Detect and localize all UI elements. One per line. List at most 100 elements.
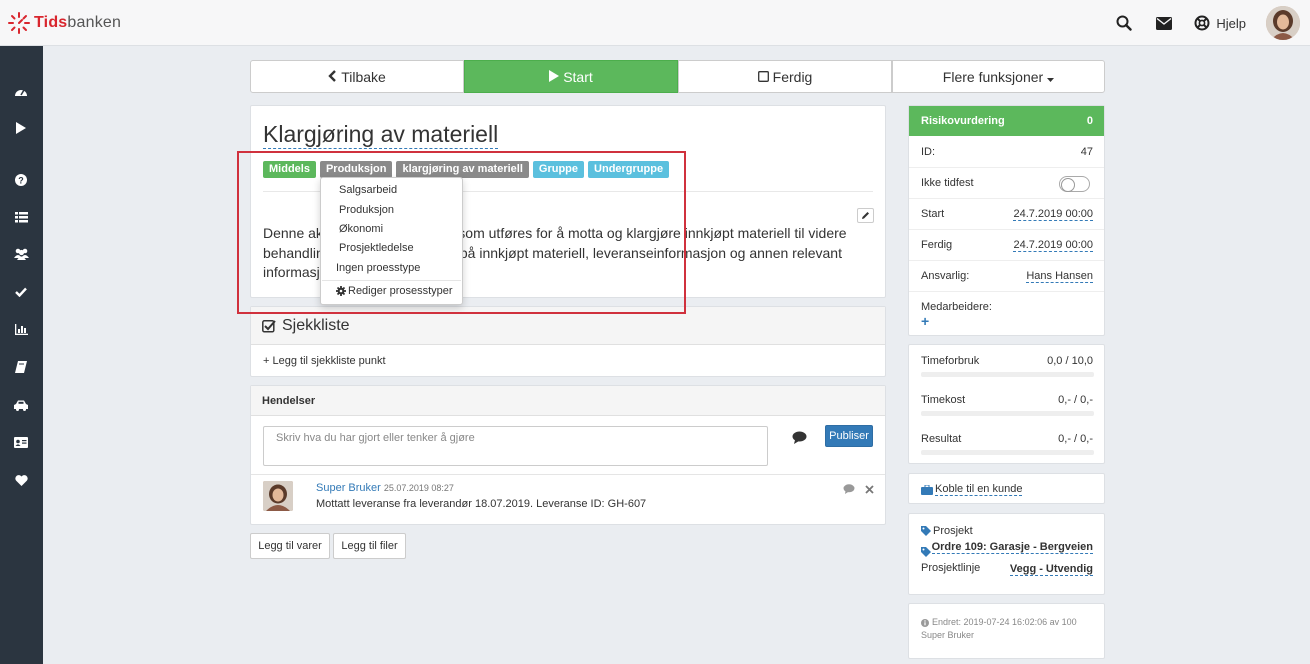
- priority-label[interactable]: Middels: [263, 161, 316, 178]
- unscheduled-row: Ikke tidfest: [909, 168, 1104, 199]
- event-input[interactable]: [263, 426, 768, 466]
- event-text: Mottatt leveranse fra leverandør 18.07.2…: [316, 498, 647, 510]
- reply-comment-icon[interactable]: [843, 483, 855, 495]
- car-icon[interactable]: [12, 396, 30, 414]
- connect-customer-link[interactable]: Koble til en kunde: [935, 483, 1023, 496]
- responsible-row: Ansvarlig: Hans Hansen: [909, 261, 1104, 292]
- check-icon[interactable]: [12, 283, 30, 301]
- play-icon[interactable]: [12, 119, 30, 137]
- event-author-link[interactable]: Super Bruker: [316, 482, 381, 494]
- changed-text: Endret: 2019-07-24 16:02:06 av 100: [932, 617, 1077, 627]
- add-coworker-button[interactable]: +: [921, 313, 929, 329]
- dropdown-item-produksjon[interactable]: Produksjon: [339, 204, 394, 216]
- changed-by: Super Bruker: [921, 630, 975, 640]
- changed-row: Endret: 2019-07-24 16:02:06 av 100: [921, 616, 1096, 629]
- dropdown-item-prosjektledelse[interactable]: Prosjektledelse: [339, 242, 414, 254]
- more-functions-label: Flere funksjoner: [942, 68, 1044, 85]
- publish-button[interactable]: Publiser: [825, 425, 873, 447]
- event-date: 25.07.2019 08:27: [383, 483, 454, 493]
- logo-text: Tidsbanken: [34, 14, 122, 31]
- list-icon[interactable]: [12, 208, 30, 226]
- play-icon: [549, 69, 560, 85]
- responsible-field[interactable]: Hans Hansen: [1026, 270, 1093, 283]
- cost-progress: [921, 411, 1094, 416]
- logo[interactable]: Tidsbanken: [8, 12, 121, 34]
- end-row: Ferdig 24.7.2019 00:00: [909, 230, 1104, 261]
- id-row: ID: 47: [909, 137, 1104, 168]
- back-button[interactable]: Tilbake: [250, 60, 464, 93]
- risk-label: Risikovurdering: [921, 115, 1005, 127]
- delete-icon[interactable]: [863, 483, 875, 495]
- task-title[interactable]: Klargjøring av materiell: [263, 120, 499, 149]
- dashboard-icon[interactable]: [12, 82, 30, 100]
- back-label: Tilbake: [341, 68, 386, 85]
- event-author-row: Super Bruker 25.07.2019 08:27: [316, 482, 454, 494]
- done-label: Ferdig: [772, 68, 813, 85]
- unscheduled-toggle[interactable]: [1059, 176, 1090, 192]
- group-label[interactable]: Gruppe: [532, 161, 585, 178]
- edit-process-types-label: Rediger prosesstyper: [348, 285, 453, 297]
- comment-icon[interactable]: [791, 430, 807, 444]
- customer-panel: Koble til en kunde: [908, 473, 1105, 504]
- coworkers-row: Medarbeidere: +: [909, 292, 1104, 336]
- start-date-field[interactable]: 24.7.2019 00:00: [1013, 208, 1093, 221]
- user-avatar[interactable]: [1266, 6, 1300, 40]
- project-label: Prosjekt: [933, 525, 973, 537]
- edit-description-button[interactable]: [857, 208, 874, 223]
- checklist-header: Sjekkliste: [251, 307, 885, 345]
- cost-value: 0,- / 0,-: [1058, 394, 1093, 406]
- end-label: Ferdig: [921, 239, 953, 251]
- id-label: ID:: [921, 146, 936, 158]
- result-label: Resultat: [921, 433, 962, 445]
- book-icon[interactable]: [12, 358, 30, 376]
- coworkers-label: Medarbeidere:: [921, 301, 992, 313]
- briefcase-icon: [921, 484, 933, 495]
- question-icon[interactable]: ?: [12, 171, 30, 189]
- checklist-title: Sjekkliste: [282, 317, 350, 334]
- task-labels: Middels Produksjon klargjøring av materi…: [263, 161, 673, 178]
- start-row: Start 24.7.2019 00:00: [909, 199, 1104, 230]
- done-button[interactable]: Ferdig: [678, 60, 892, 93]
- dropdown-item-okonomi[interactable]: Økonomi: [339, 223, 383, 235]
- help-label: Hjelp: [1216, 15, 1246, 31]
- project-field[interactable]: Ordre 109: Garasje - Bergveien: [931, 541, 1093, 554]
- risk-assessment-header[interactable]: Risikovurdering 0: [909, 106, 1104, 136]
- dropdown-item-salgsarbeid[interactable]: Salgsarbeid: [339, 184, 397, 196]
- add-items-button[interactable]: Legg til varer: [250, 533, 330, 559]
- help-button[interactable]: Hjelp: [1194, 15, 1246, 31]
- clock-logo-icon: [8, 12, 30, 34]
- process-label[interactable]: Produksjon: [319, 161, 393, 178]
- end-date-field[interactable]: 24.7.2019 00:00: [1013, 239, 1093, 252]
- id-value: 47: [1080, 146, 1093, 158]
- type-label[interactable]: klargjøring av materiell: [396, 161, 529, 178]
- edit-process-types-item[interactable]: Rediger prosesstyper: [336, 285, 453, 297]
- add-checklist-item-link[interactable]: + Legg til sjekkliste punkt: [263, 355, 386, 367]
- risk-value: 0: [1086, 115, 1093, 127]
- action-bar: Tilbake Start Ferdig Flere funksjoner: [250, 60, 1105, 93]
- bar-chart-icon[interactable]: [12, 320, 30, 338]
- dropdown-item-no-process[interactable]: Ingen proesstype: [336, 262, 420, 274]
- id-card-icon[interactable]: [12, 433, 30, 451]
- more-functions-button[interactable]: Flere funksjoner: [892, 60, 1105, 93]
- top-bar: Tidsbanken Hjelp: [0, 0, 1310, 46]
- start-button[interactable]: Start: [464, 60, 678, 93]
- project-line-field[interactable]: Vegg - Utvendig: [1009, 563, 1093, 576]
- project-panel: Prosjekt Ordre 109: Garasje - Bergveien …: [908, 513, 1105, 595]
- events-panel: Hendelser Publiser Super Bruker25.07.201…: [250, 385, 886, 525]
- checklist-panel: Sjekkliste + Legg til sjekkliste punkt: [250, 306, 886, 377]
- responsible-label: Ansvarlig:: [921, 270, 970, 282]
- events-title: Hendelser: [262, 395, 316, 407]
- heart-icon[interactable]: [12, 471, 30, 489]
- gear-icon: [336, 286, 346, 296]
- tag-icon: [921, 526, 931, 536]
- start-label: Start: [563, 68, 593, 85]
- search-icon[interactable]: [1114, 13, 1134, 33]
- lifebuoy-icon: [1194, 15, 1210, 31]
- add-files-button[interactable]: Legg til filer: [333, 533, 406, 559]
- start-label: Start: [921, 208, 945, 220]
- sidebar: ?: [0, 46, 43, 664]
- subgroup-label[interactable]: Undergruppe: [588, 161, 670, 178]
- envelope-icon[interactable]: [1154, 13, 1174, 33]
- users-icon[interactable]: [12, 245, 30, 263]
- metrics-panel: Timeforbruk 0,0 / 10,0 Timekost 0,- / 0,…: [908, 344, 1105, 464]
